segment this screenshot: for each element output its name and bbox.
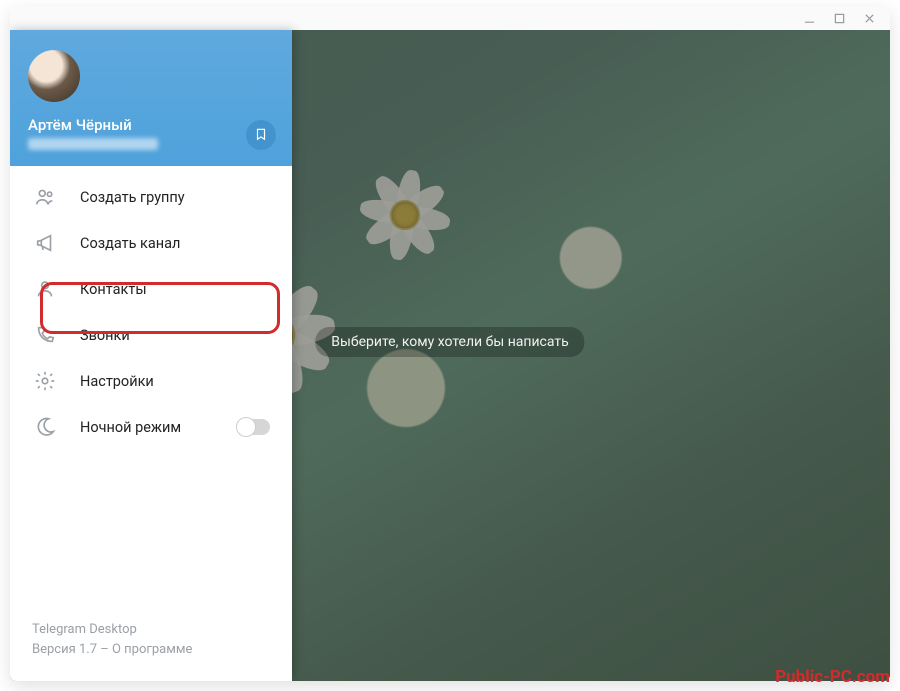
drawer-footer: Telegram Desktop Версия 1.7 – О программ… (10, 620, 292, 681)
menu-label: Создать канал (80, 235, 270, 252)
watermark: Public-PC.com (775, 667, 890, 687)
app-window: Выберите, кому хотели бы написать Артём … (10, 6, 890, 681)
menu-list: Создать группу Создать канал Контакты (10, 166, 292, 620)
menu-item-settings[interactable]: Настройки (10, 358, 292, 404)
main-menu-drawer: Артём Чёрный Создать группу (10, 30, 292, 681)
night-mode-toggle[interactable] (236, 419, 270, 435)
drawer-header: Артём Чёрный (10, 30, 292, 166)
version-label: Версия 1.7 (32, 642, 97, 657)
close-button[interactable] (854, 6, 884, 30)
saved-messages-button[interactable] (246, 120, 276, 150)
phone-number-label (28, 138, 158, 150)
phone-icon (32, 322, 58, 348)
menu-item-calls[interactable]: Звонки (10, 312, 292, 358)
username-label: Артём Чёрный (28, 116, 274, 134)
minimize-button[interactable] (794, 6, 824, 30)
title-bar (10, 6, 890, 31)
about-link[interactable]: О программе (112, 642, 192, 657)
bookmark-icon (254, 126, 268, 145)
moon-icon (32, 414, 58, 440)
maximize-button[interactable] (824, 6, 854, 30)
person-icon (32, 276, 58, 302)
gear-icon (32, 368, 58, 394)
menu-item-contacts[interactable]: Контакты (10, 266, 292, 312)
menu-label: Контакты (80, 281, 270, 298)
menu-label: Звонки (80, 327, 270, 344)
menu-item-night-mode[interactable]: Ночной режим (10, 404, 292, 450)
menu-item-new-group[interactable]: Создать группу (10, 174, 292, 220)
menu-item-new-channel[interactable]: Создать канал (10, 220, 292, 266)
menu-label: Создать группу (80, 189, 270, 206)
empty-chat-hint: Выберите, кому хотели бы написать (315, 327, 584, 357)
menu-label: Ночной режим (80, 419, 236, 436)
megaphone-icon (32, 230, 58, 256)
avatar[interactable] (28, 50, 80, 102)
app-name-label: Telegram Desktop (32, 620, 270, 640)
menu-label: Настройки (80, 373, 270, 390)
group-icon (32, 184, 58, 210)
